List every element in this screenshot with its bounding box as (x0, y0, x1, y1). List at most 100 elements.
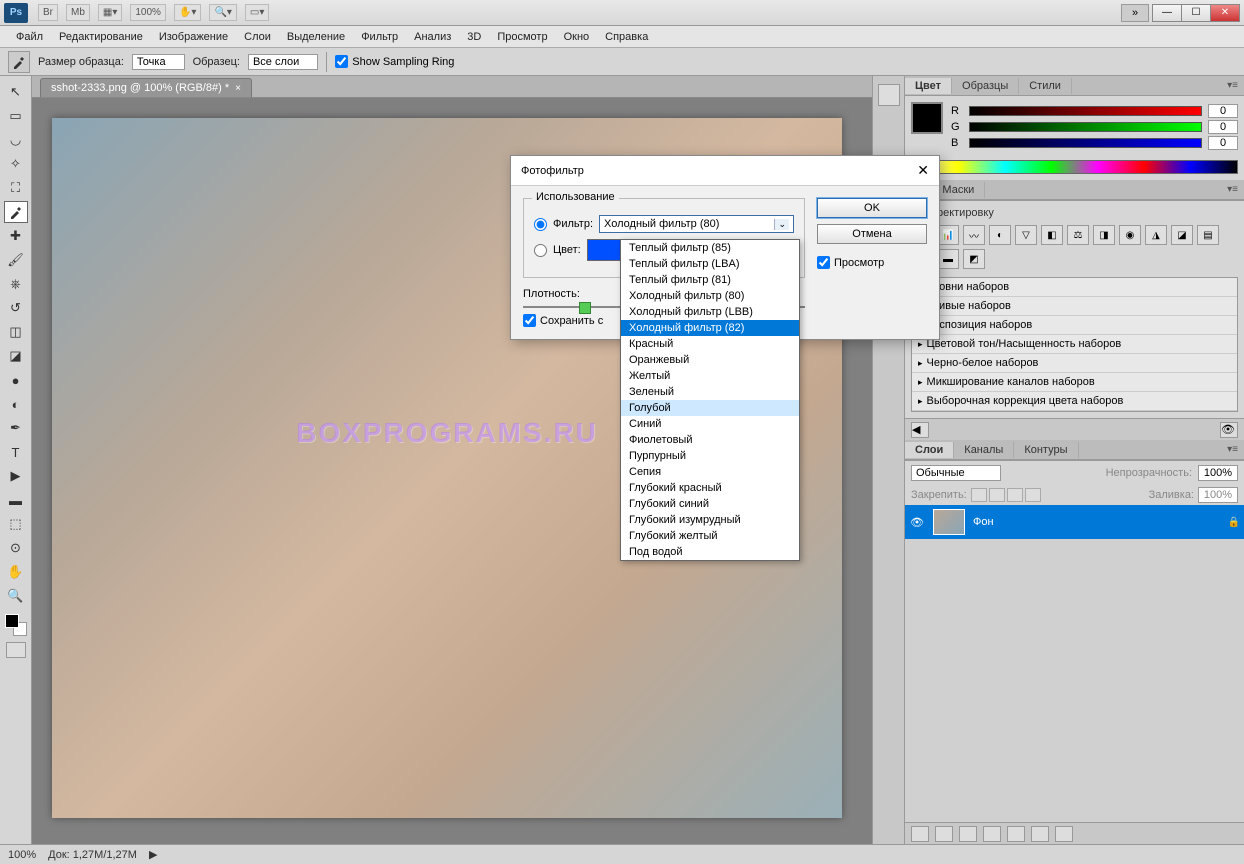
layer-mask-icon[interactable] (959, 826, 977, 842)
dropdown-item[interactable]: Красный (621, 336, 799, 352)
dropdown-item[interactable]: Оранжевый (621, 352, 799, 368)
dropdown-item[interactable]: Глубокий красный (621, 480, 799, 496)
dock-icon-1[interactable] (878, 84, 900, 106)
menu-analysis[interactable]: Анализ (406, 31, 459, 43)
adj-gradmap-icon[interactable]: ▬ (937, 249, 959, 269)
lock-all-icon[interactable] (1025, 488, 1041, 502)
b-value[interactable]: 0 (1208, 136, 1238, 150)
color-panel-menu-icon[interactable]: ▾≡ (1221, 80, 1244, 91)
g-slider[interactable] (969, 122, 1202, 132)
dropdown-item[interactable]: Зеленый (621, 384, 799, 400)
fill-value[interactable]: 100% (1198, 487, 1238, 503)
mb-button[interactable]: Mb (66, 4, 90, 21)
adjustment-layer-icon[interactable] (983, 826, 1001, 842)
link-layers-icon[interactable] (911, 826, 929, 842)
adj-selcolor-icon[interactable]: ◩ (963, 249, 985, 269)
tab-styles[interactable]: Стили (1019, 78, 1072, 94)
menu-image[interactable]: Изображение (151, 31, 236, 43)
arrange-docs-button[interactable]: ▦▾ (98, 4, 122, 21)
adj-vibrance-icon[interactable]: ▽ (1015, 225, 1037, 245)
adj-chmixer-icon[interactable]: ◮ (1145, 225, 1167, 245)
heal-tool[interactable]: ✚ (4, 225, 28, 247)
dropdown-item[interactable]: Холодный фильтр (LBB) (621, 304, 799, 320)
tab-layers[interactable]: Слои (905, 442, 954, 458)
pen-tool[interactable]: ✒ (4, 417, 28, 439)
preset-item[interactable]: Цветовой тон/Насыщенность наборов (912, 335, 1237, 354)
menu-window[interactable]: Окно (556, 31, 598, 43)
adj-bw-icon[interactable]: ◨ (1093, 225, 1115, 245)
blur-tool[interactable]: ● (4, 369, 28, 391)
dropdown-item[interactable]: Холодный фильтр (80) (621, 288, 799, 304)
adj-hsl-icon[interactable]: ◧ (1041, 225, 1063, 245)
menu-help[interactable]: Справка (597, 31, 656, 43)
preset-item[interactable]: Кривые наборов (912, 297, 1237, 316)
adj-colorbal-icon[interactable]: ⚖ (1067, 225, 1089, 245)
preset-item[interactable]: Выборочная коррекция цвета наборов (912, 392, 1237, 411)
dropdown-item[interactable]: Сепия (621, 464, 799, 480)
g-value[interactable]: 0 (1208, 120, 1238, 134)
preset-item[interactable]: Микширование каналов наборов (912, 373, 1237, 392)
gradient-tool[interactable]: ◪ (4, 345, 28, 367)
eyedropper-tool[interactable] (4, 201, 28, 223)
eraser-tool[interactable]: ◫ (4, 321, 28, 343)
menu-filter[interactable]: Фильтр (353, 31, 406, 43)
b-slider[interactable] (969, 138, 1202, 148)
document-tab[interactable]: sshot-2333.png @ 100% (RGB/8#) * × (40, 78, 252, 97)
adj-footer-icon[interactable]: 👁 (1220, 422, 1238, 438)
dropdown-item[interactable]: Желтый (621, 368, 799, 384)
zoom-tool-button[interactable]: 🔍▾ (209, 4, 236, 21)
delete-layer-icon[interactable] (1055, 826, 1073, 842)
hand-tool-button[interactable]: ✋▾ (174, 4, 201, 21)
minimize-button[interactable]: — (1152, 4, 1182, 22)
menu-layer[interactable]: Слои (236, 31, 279, 43)
layer-style-icon[interactable] (935, 826, 953, 842)
layers-panel-menu-icon[interactable]: ▾≡ (1221, 444, 1244, 455)
lock-transparency-icon[interactable] (971, 488, 987, 502)
dodge-tool[interactable]: ◐ (4, 393, 28, 415)
maximize-button[interactable]: ☐ (1181, 4, 1211, 22)
layer-visibility-icon[interactable]: 👁 (909, 516, 925, 529)
document-tab-close-icon[interactable]: × (235, 83, 241, 94)
lock-position-icon[interactable] (1007, 488, 1023, 502)
expand-panels-button[interactable]: » (1121, 4, 1149, 22)
wand-tool[interactable]: ✧ (4, 153, 28, 175)
shape-tool[interactable]: ▬ (4, 489, 28, 511)
cancel-button[interactable]: Отмена (817, 224, 927, 244)
menu-select[interactable]: Выделение (279, 31, 353, 43)
sample-select[interactable]: Все слои (248, 54, 318, 70)
3d-camera-tool[interactable]: ⊙ (4, 537, 28, 559)
sample-size-select[interactable]: Точка (132, 54, 185, 70)
screen-mode-button[interactable]: ▭▾ (245, 4, 269, 21)
preset-item[interactable]: Экспозиция наборов (912, 316, 1237, 335)
dropdown-item[interactable]: Под водой (621, 544, 799, 560)
adj-posterize-icon[interactable]: ▤ (1197, 225, 1219, 245)
new-layer-icon[interactable] (1031, 826, 1049, 842)
preset-item[interactable]: Черно-белое наборов (912, 354, 1237, 373)
fg-color-swatch[interactable] (5, 614, 19, 628)
r-value[interactable]: 0 (1208, 104, 1238, 118)
crop-tool[interactable]: ⛶ (4, 177, 28, 199)
stamp-tool[interactable]: ⎈ (4, 273, 28, 295)
lasso-tool[interactable]: ◡ (4, 129, 28, 151)
quick-mask-button[interactable] (6, 642, 26, 658)
layer-thumbnail[interactable] (933, 509, 965, 535)
menu-view[interactable]: Просмотр (489, 31, 555, 43)
move-tool[interactable]: ↖ (4, 81, 28, 103)
brush-tool[interactable]: 🖌 (4, 249, 28, 271)
type-tool[interactable]: T (4, 441, 28, 463)
dropdown-item[interactable]: Синий (621, 416, 799, 432)
preset-item[interactable]: Уровни наборов (912, 278, 1237, 297)
marquee-tool[interactable]: ▭ (4, 105, 28, 127)
tab-channels[interactable]: Каналы (954, 442, 1014, 458)
status-zoom[interactable]: 100% (8, 849, 36, 861)
path-select-tool[interactable]: ▶ (4, 465, 28, 487)
adj-photofilter-icon[interactable]: ◉ (1119, 225, 1141, 245)
tab-swatches[interactable]: Образцы (952, 78, 1019, 94)
zoom-display[interactable]: 100% (130, 4, 166, 21)
adj-footer-icon[interactable]: ◀ (911, 422, 929, 438)
filter-radio[interactable] (534, 218, 547, 231)
dialog-close-icon[interactable]: ✕ (917, 162, 929, 179)
tab-paths[interactable]: Контуры (1014, 442, 1078, 458)
menu-file[interactable]: Файл (8, 31, 51, 43)
dropdown-item[interactable]: Голубой (621, 400, 799, 416)
